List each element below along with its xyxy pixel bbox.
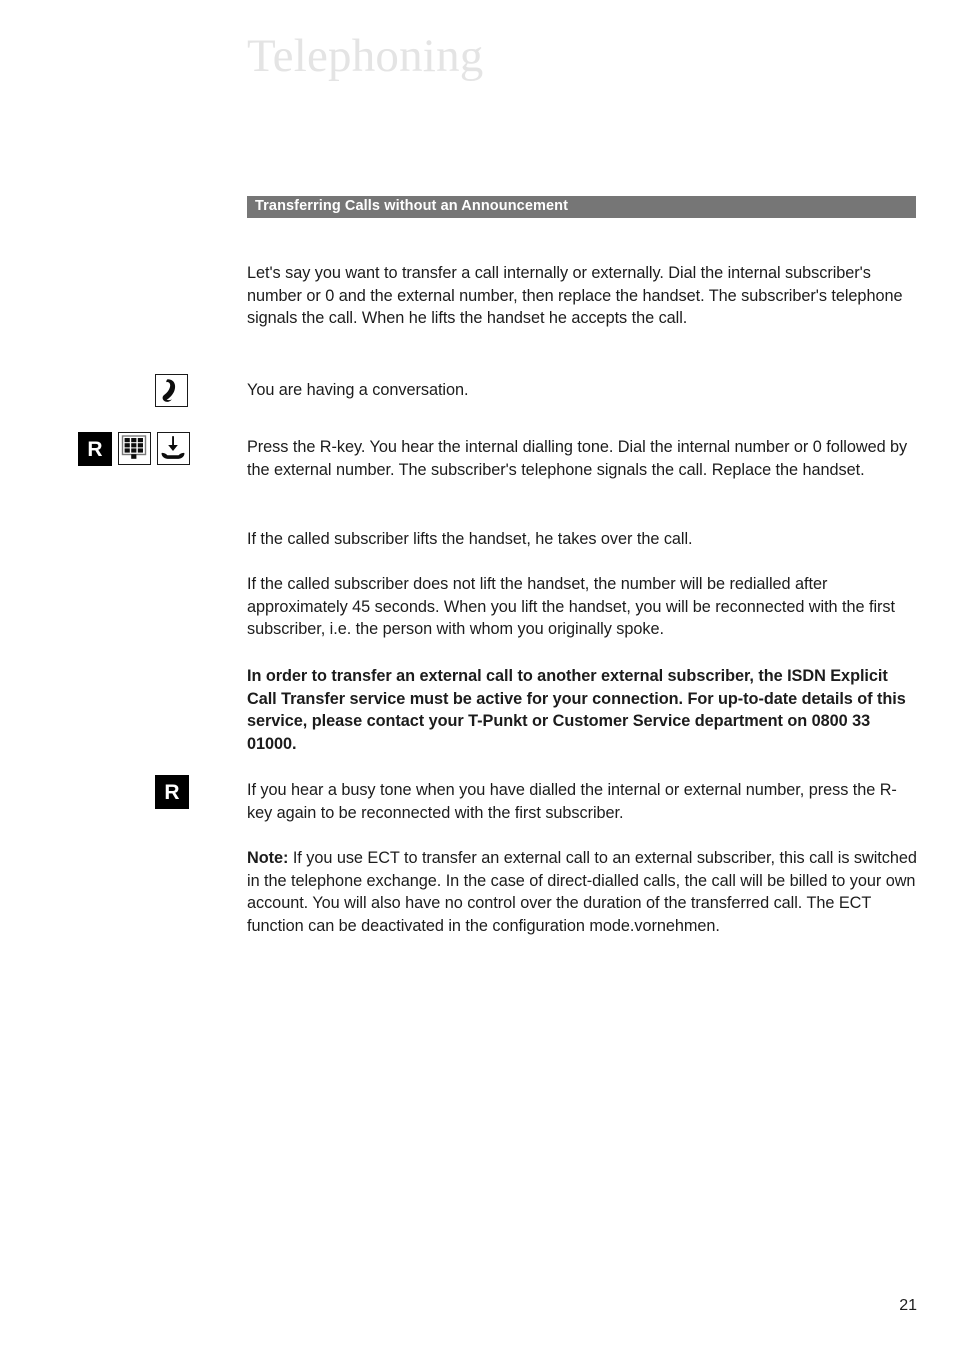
section-header-bar: Transferring Calls without an Announceme… — [247, 196, 916, 218]
icon-group-conversation — [155, 374, 188, 407]
paragraph-subscriber-lifts: If the called subscriber lifts the hands… — [247, 530, 693, 548]
paragraph-note: Note: If you use ECT to transfer an exte… — [247, 847, 919, 937]
r-key-icon: R — [78, 432, 112, 466]
paragraph-note-block: Note: If you use ECT to transfer an exte… — [247, 847, 919, 937]
paragraph-busy-tone-block: If you hear a busy tone when you have di… — [247, 779, 919, 824]
note-text: If you use ECT to transfer an external c… — [247, 849, 917, 935]
chapter-title: Telephoning — [247, 30, 484, 82]
r-key-label: R — [87, 437, 103, 461]
paragraph-intro: Let's say you want to transfer a call in… — [247, 264, 903, 328]
section-heading: Transferring Calls without an Announceme… — [255, 198, 569, 214]
note-label: Note: — [247, 849, 289, 867]
paragraph-press-r-key-block: Press the R-key. You hear the internal d… — [247, 436, 919, 481]
page-number: 21 — [899, 1297, 917, 1314]
icon-group-press-r-key: R — [78, 432, 190, 466]
paragraph-intro-block: Let's say you want to transfer a call in… — [247, 262, 919, 330]
paragraph-isdn-notice-block: In order to transfer an external call to… — [247, 665, 919, 755]
handset-lifted-icon — [155, 374, 188, 407]
document-page: Telephoning Transferring Calls without a… — [0, 0, 954, 1355]
paragraph-isdn-notice: In order to transfer an external call to… — [247, 667, 906, 753]
paragraph-conversation: You are having a conversation. — [247, 381, 469, 399]
paragraph-conversation-block: You are having a conversation. — [247, 379, 919, 402]
handset-replace-icon — [157, 432, 190, 465]
paragraph-busy-tone: If you hear a busy tone when you have di… — [247, 781, 897, 822]
paragraph-subscriber-not-lift: If the called subscriber does not lift t… — [247, 575, 895, 639]
icon-group-busy-tone: R — [155, 775, 189, 809]
r-key-icon: R — [155, 775, 189, 809]
paragraph-press-r-key: Press the R-key. You hear the internal d… — [247, 438, 908, 479]
paragraph-subscriber-lifts-block: If the called subscriber lifts the hands… — [247, 528, 919, 551]
keypad-icon — [118, 432, 151, 465]
r-key-label: R — [164, 780, 180, 804]
paragraph-subscriber-not-lift-block: If the called subscriber does not lift t… — [247, 573, 919, 641]
